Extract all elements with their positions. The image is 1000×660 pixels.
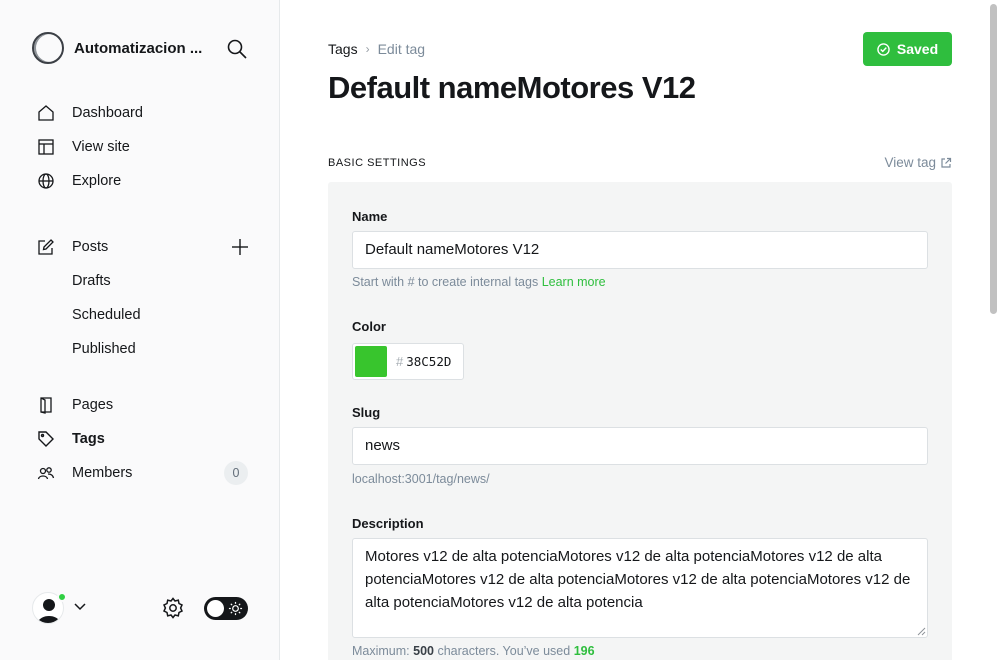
desc-used: 196 bbox=[573, 644, 595, 658]
slug-url-hint: localhost:3001/tag/news/ bbox=[352, 472, 490, 486]
gear-icon[interactable] bbox=[161, 596, 185, 620]
edit-icon bbox=[36, 237, 56, 257]
view-tag-label: View tag bbox=[884, 155, 936, 170]
home-icon bbox=[36, 103, 56, 123]
nav-label: Published bbox=[72, 341, 136, 357]
scroll-thumb[interactable] bbox=[990, 4, 997, 314]
sun-icon bbox=[228, 601, 243, 616]
name-label: Name bbox=[352, 209, 388, 224]
save-button-label: Saved bbox=[896, 41, 939, 57]
search-icon[interactable] bbox=[226, 38, 248, 60]
nav-item-tags[interactable]: Tags bbox=[36, 422, 256, 456]
scrollbar[interactable] bbox=[988, 0, 1000, 660]
nav-item-dashboard[interactable]: Dashboard bbox=[36, 96, 256, 130]
description-label: Description bbox=[352, 516, 424, 531]
name-hint: Start with # to create internal tags Lea… bbox=[352, 275, 606, 289]
page-icon bbox=[36, 395, 56, 415]
chevron-right-icon: › bbox=[365, 42, 370, 56]
members-icon bbox=[36, 463, 56, 483]
nav-label: Explore bbox=[72, 173, 122, 189]
nav-item-members[interactable]: Members 0 bbox=[36, 456, 256, 490]
members-count-badge: 0 bbox=[224, 461, 248, 485]
desc-hint-mid: characters. You’ve used bbox=[437, 644, 571, 658]
nav-item-published[interactable]: Published bbox=[36, 332, 256, 366]
slug-label: Slug bbox=[352, 405, 381, 420]
nav-label: Members bbox=[72, 465, 133, 481]
nav-main: Dashboard View site Explore bbox=[36, 96, 256, 198]
color-field: # 38C52D bbox=[352, 343, 464, 380]
nav-item-pages[interactable]: Pages bbox=[36, 388, 256, 422]
globe-icon bbox=[36, 171, 56, 191]
nav-content: Pages Tags Members 0 bbox=[36, 388, 256, 490]
description-textarea[interactable]: Motores v12 de alta potenciaMotores v12 … bbox=[352, 538, 928, 638]
nav-label: Pages bbox=[72, 397, 114, 413]
chevron-down-icon[interactable] bbox=[73, 602, 87, 612]
color-swatch[interactable] bbox=[355, 346, 387, 377]
breadcrumb-tags-link[interactable]: Tags bbox=[328, 41, 358, 57]
online-status-dot bbox=[57, 592, 67, 602]
nav-item-scheduled[interactable]: Scheduled bbox=[36, 298, 256, 332]
nav-item-posts[interactable]: Posts bbox=[36, 230, 256, 264]
section-label: Basic settings bbox=[328, 157, 427, 169]
nav-label: View site bbox=[72, 139, 130, 155]
external-link-icon bbox=[941, 157, 952, 168]
desc-hint-prefix: Maximum: bbox=[352, 644, 410, 658]
color-hex-input[interactable]: 38C52D bbox=[406, 354, 451, 369]
brand[interactable]: Automatizacion ... bbox=[32, 32, 214, 64]
nav-item-view-site[interactable]: View site bbox=[36, 130, 256, 164]
nav-label: Dashboard bbox=[72, 105, 143, 121]
nav-item-explore[interactable]: Explore bbox=[36, 164, 256, 198]
page-title: Default nameMotores V12 bbox=[328, 70, 696, 105]
description-text: Motores v12 de alta potenciaMotores v12 … bbox=[365, 548, 911, 611]
name-input[interactable]: Default nameMotores V12 bbox=[352, 231, 928, 269]
color-label: Color bbox=[352, 319, 386, 334]
save-button[interactable]: Saved bbox=[863, 32, 952, 66]
dark-mode-toggle[interactable] bbox=[204, 597, 248, 620]
learn-more-link[interactable]: Learn more bbox=[542, 275, 606, 289]
slug-input[interactable]: news bbox=[352, 427, 928, 465]
tag-icon bbox=[36, 429, 56, 449]
check-circle-icon bbox=[877, 42, 890, 56]
site-logo bbox=[32, 32, 64, 64]
nav-posts: Posts Drafts Scheduled Published bbox=[36, 230, 256, 366]
main-content: Tags › Edit tag Saved Default nameMotore… bbox=[280, 0, 1000, 660]
desc-max: 500 bbox=[413, 644, 434, 658]
add-post-icon[interactable] bbox=[230, 237, 250, 257]
name-hint-text: Start with # to create internal tags bbox=[352, 275, 539, 289]
resize-handle-icon[interactable] bbox=[917, 627, 926, 636]
nav-label: Drafts bbox=[72, 273, 111, 289]
breadcrumb-current: Edit tag bbox=[377, 41, 426, 57]
nav-label: Posts bbox=[72, 239, 109, 255]
nav-label: Tags bbox=[72, 431, 105, 447]
layout-icon bbox=[36, 137, 56, 157]
basic-settings-panel: Name Default nameMotores V12 Start with … bbox=[328, 182, 952, 660]
hash-prefix: # bbox=[396, 354, 404, 369]
view-tag-link[interactable]: View tag bbox=[884, 155, 952, 170]
description-hint: Maximum: 500 characters. You’ve used 196 bbox=[352, 644, 595, 658]
site-name: Automatizacion ... bbox=[74, 39, 203, 57]
breadcrumb: Tags › Edit tag bbox=[328, 41, 425, 57]
nav-item-drafts[interactable]: Drafts bbox=[36, 264, 256, 298]
toggle-knob bbox=[207, 600, 224, 617]
nav-label: Scheduled bbox=[72, 307, 141, 323]
sidebar: Automatizacion ... Dashboard View site E… bbox=[0, 0, 280, 660]
